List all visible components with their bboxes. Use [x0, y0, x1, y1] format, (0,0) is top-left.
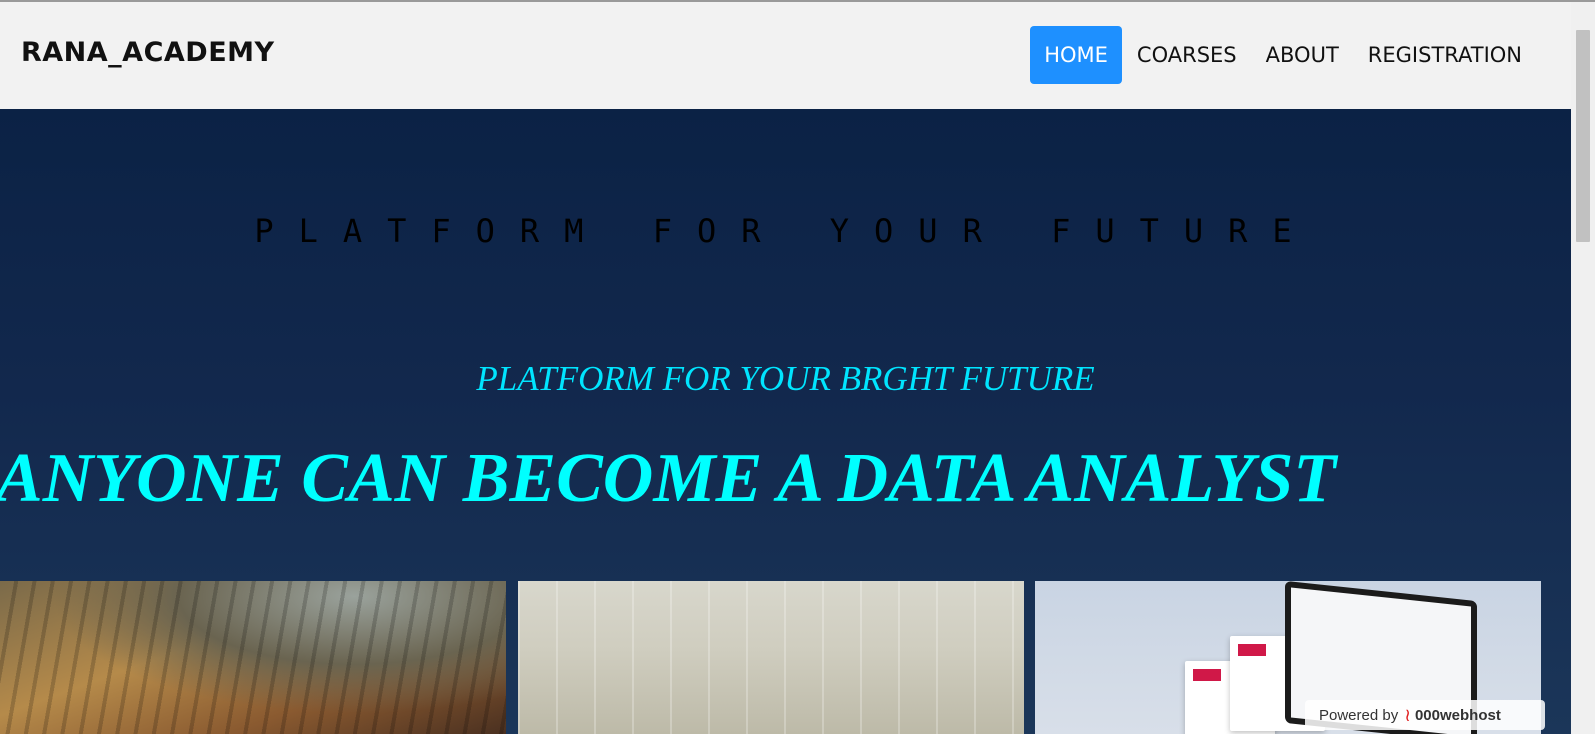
hero-section: PLATFORM FOR YOUR FUTURE PLATFORM FOR YO…: [0, 109, 1571, 734]
nav-registration[interactable]: REGISTRATION: [1354, 26, 1536, 84]
nav-home[interactable]: HOME: [1030, 26, 1122, 84]
classroom-photo: [518, 581, 1024, 734]
vertical-scrollbar[interactable]: [1571, 2, 1595, 734]
nav-about[interactable]: ABOUT: [1252, 26, 1353, 84]
navbar: RANA_ACADEMY HOME COARSES ABOUT REGISTRA…: [0, 2, 1571, 109]
hero-tagline: PLATFORM FOR YOUR FUTURE: [254, 212, 1317, 250]
webhost-logo-icon: ≀: [1404, 704, 1411, 725]
hero-headline: ANYONE CAN BECOME A DATA ANALYST: [0, 440, 1337, 517]
lecture-hall-photo: [0, 581, 506, 734]
scrollbar-thumb[interactable]: [1576, 30, 1590, 242]
nav-coarses[interactable]: COARSES: [1123, 26, 1251, 84]
badge-prefix: Powered by: [1319, 706, 1399, 724]
badge-brand: 000webhost: [1414, 706, 1501, 724]
hero-subtitle: PLATFORM FOR YOUR BRGHT FUTURE: [476, 359, 1095, 398]
main-nav: HOME COARSES ABOUT REGISTRATION: [1029, 26, 1536, 84]
site-logo[interactable]: RANA_ACADEMY: [21, 37, 275, 68]
powered-by-badge[interactable]: Powered by ≀ 000webhost: [1305, 700, 1545, 730]
